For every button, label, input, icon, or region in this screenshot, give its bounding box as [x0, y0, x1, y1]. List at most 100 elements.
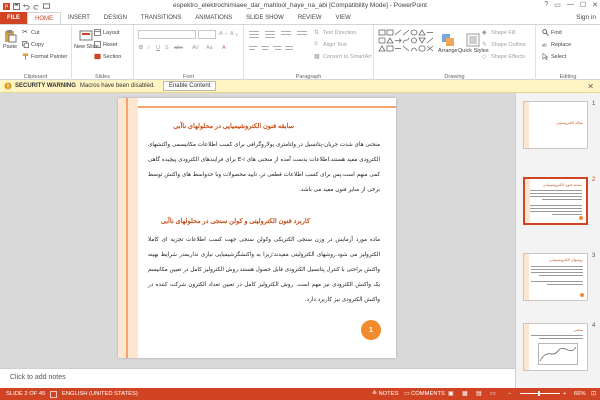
find-button[interactable]: Find: [542, 29, 562, 36]
replace-button[interactable]: ab Replace: [542, 41, 571, 48]
zoom-in-icon[interactable]: +: [563, 391, 566, 397]
thumbnail-text-line: [542, 199, 582, 200]
shape-fill-button[interactable]: ◆ Shape Fill: [482, 29, 515, 37]
select-button[interactable]: Select: [542, 53, 566, 60]
thumbnail-title: منحنی: [573, 328, 583, 332]
slide-canvas[interactable]: سابقه فنون الکتروشیمیایی در محلولهای ناآ…: [118, 98, 396, 358]
zoom-slider-track[interactable]: [520, 393, 560, 394]
slide-thumbnail-3[interactable]: روشهای الکتروشیمیایی: [523, 253, 588, 301]
cursor-icon: [542, 53, 549, 60]
slide-heading-1[interactable]: سابقه فنون الکتروشیمیایی در محلولهای ناآ…: [173, 122, 294, 130]
window-controls: ? ▭ — ☐ ✕: [544, 1, 598, 9]
align-text-button[interactable]: ≡ Align Text: [314, 41, 347, 48]
slide-heading-2[interactable]: کاربرد فنون الکترولیتی و کولن سنجی در مح…: [161, 217, 310, 225]
shadow-icon[interactable]: S: [165, 45, 169, 51]
italic-icon[interactable]: I: [148, 45, 150, 51]
font-name-box[interactable]: [138, 30, 196, 39]
slide-editing-area: سابقه فنون الکتروشیمیایی در محلولهای ناآ…: [0, 93, 515, 368]
start-slideshow-icon[interactable]: [43, 2, 50, 10]
notes-pane[interactable]: Click to add notes: [0, 368, 515, 388]
fit-slide-icon[interactable]: ⊡: [591, 391, 596, 397]
zoom-out-icon[interactable]: −: [508, 391, 511, 397]
language-indicator[interactable]: ENGLISH (UNITED STATES): [62, 391, 138, 397]
bold-icon[interactable]: B: [139, 45, 143, 51]
tab-insert[interactable]: INSERT: [61, 12, 97, 24]
arrange-button[interactable]: Arrange: [438, 33, 458, 54]
paintbrush-icon: [22, 53, 29, 60]
thumbnail-title: مقاله الکتروشیمی: [556, 121, 583, 125]
zoom-slider-thumb[interactable]: [538, 391, 540, 396]
editing-group: Find ab Replace Select Editing: [542, 29, 577, 80]
comments-button[interactable]: ▭ COMMENTS: [404, 391, 445, 397]
copy-button[interactable]: Copy: [22, 41, 44, 48]
slide-paragraph-1[interactable]: منحنی های شدت جریان-پتانسیل در ولتامتری …: [148, 138, 380, 198]
security-warning-message: Macros have been disabled.: [79, 83, 155, 89]
slide-thumbnail-4[interactable]: منحنی: [523, 323, 588, 371]
section-button[interactable]: Section: [94, 53, 121, 60]
pen-icon: ✎: [482, 42, 488, 48]
thumbnail-stripe: [525, 179, 530, 223]
font-color-icon[interactable]: A: [222, 45, 226, 51]
grow-font-icon[interactable]: A ^: [219, 31, 227, 37]
paste-icon: [5, 30, 17, 43]
font-size-box[interactable]: [198, 30, 216, 39]
notes-button[interactable]: ≜ NOTES: [372, 391, 398, 397]
convert-smartart-button[interactable]: ▦ Convert to SmartArt: [314, 53, 372, 61]
slideshow-view-icon[interactable]: ▭: [490, 391, 495, 397]
maximize-icon[interactable]: ☐: [580, 1, 586, 9]
paste-button[interactable]: Paste: [3, 29, 17, 50]
shrink-font-icon[interactable]: Av: [230, 31, 238, 37]
thumbnail-text-line: [530, 193, 582, 194]
tab-file[interactable]: FILE: [0, 12, 27, 24]
text-direction-button[interactable]: ⇅ Text Direction: [314, 29, 356, 37]
underline-icon[interactable]: U: [156, 45, 160, 51]
slides-group: New Slide Layout Reset Section Slides: [72, 25, 134, 81]
close-icon[interactable]: ✕: [587, 82, 594, 91]
close-icon[interactable]: ✕: [592, 1, 598, 9]
alignment-buttons-icon[interactable]: [249, 45, 309, 53]
reset-button[interactable]: Reset: [94, 41, 117, 48]
sign-in-link[interactable]: Sign in: [576, 14, 596, 21]
smartart-icon: ▦: [314, 54, 320, 60]
minimize-icon[interactable]: —: [567, 1, 574, 9]
tab-review[interactable]: REVIEW: [291, 12, 329, 24]
save-icon[interactable]: [13, 2, 20, 10]
slide-sorter-icon[interactable]: ▦: [462, 391, 467, 397]
tab-slide-show[interactable]: SLIDE SHOW: [239, 12, 291, 24]
slide-paragraph-2[interactable]: ماده مورد آزمایش در وزن سنجی الکتریکی وک…: [148, 233, 380, 308]
shapes-gallery-icon[interactable]: [378, 29, 434, 59]
reading-view-icon[interactable]: ▤: [476, 391, 481, 397]
tab-home[interactable]: HOME: [27, 12, 61, 24]
change-case-icon[interactable]: Aa: [206, 45, 213, 51]
slide-thumbnails-pane: 1 مقاله الکتروشیمی 2 سابقه فنون الکتروشی…: [515, 93, 600, 388]
layout-button[interactable]: Layout: [94, 29, 120, 36]
zoom-level[interactable]: 66%: [574, 391, 586, 397]
tab-view[interactable]: VIEW: [329, 12, 358, 24]
slide-thumbnail-1[interactable]: مقاله الکتروشیمی: [523, 101, 588, 149]
redo-icon[interactable]: [33, 3, 40, 10]
help-icon[interactable]: ?: [544, 1, 548, 9]
format-painter-button[interactable]: Format Painter: [22, 53, 67, 60]
cut-button[interactable]: ✂ Cut: [22, 29, 40, 36]
undo-icon[interactable]: [23, 3, 30, 10]
effects-icon: ◇: [482, 54, 487, 60]
font-group: A ^ Av B I U S abc AV Aa A Font: [134, 25, 244, 81]
shape-outline-button[interactable]: ✎ Shape Outline: [482, 41, 526, 49]
thumbnail-number: 2: [592, 177, 596, 183]
tab-animations[interactable]: ANIMATIONS: [188, 12, 239, 24]
list-buttons-icon[interactable]: [249, 30, 309, 38]
strikethrough-icon[interactable]: abc: [174, 45, 183, 51]
normal-view-icon[interactable]: ▣: [448, 391, 453, 397]
security-warning-bar: SECURITY WARNING Macros have been disabl…: [0, 80, 600, 93]
tab-design[interactable]: DESIGN: [97, 12, 134, 24]
thumbnail-text-line: [531, 281, 583, 282]
tab-transitions[interactable]: TRANSITIONS: [134, 12, 188, 24]
spellcheck-icon[interactable]: [50, 391, 57, 398]
text-direction-icon: ⇅: [314, 30, 320, 36]
char-spacing-icon[interactable]: AV: [192, 45, 199, 51]
ribbon-display-icon[interactable]: ▭: [554, 1, 561, 9]
enable-content-button[interactable]: Enable Content: [162, 81, 217, 91]
security-warning-label: SECURITY WARNING: [15, 83, 76, 89]
shape-effects-button[interactable]: ◇ Shape Effects: [482, 53, 525, 61]
slide-thumbnail-2[interactable]: سابقه فنون الکتروشیمیایی: [523, 177, 588, 225]
